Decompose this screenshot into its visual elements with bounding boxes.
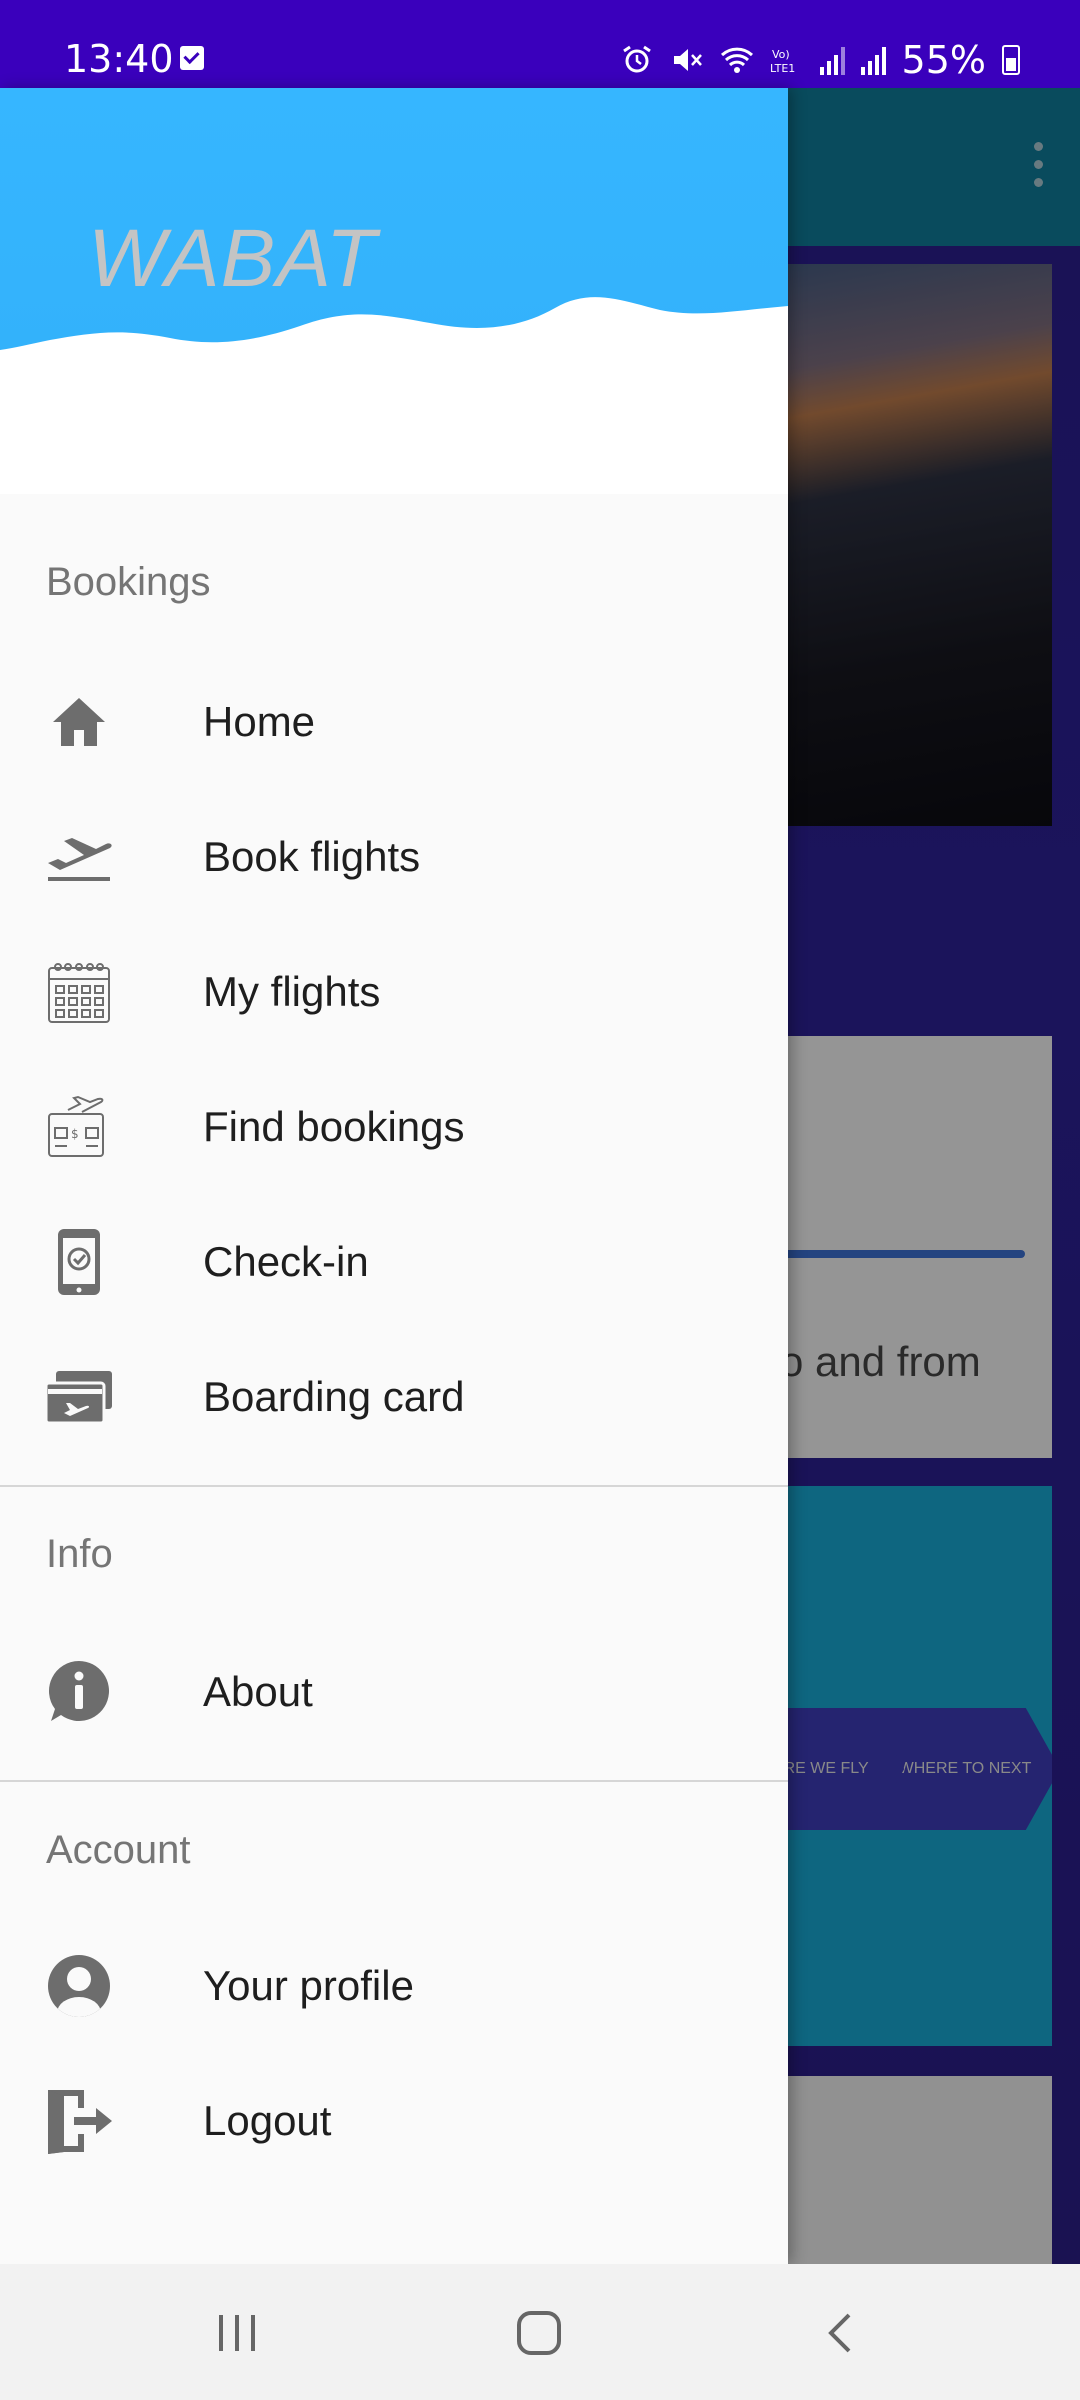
logout-icon <box>44 2086 114 2156</box>
info-icon <box>44 1657 114 1727</box>
menu-item-my-flights[interactable]: My flights <box>0 924 788 1059</box>
signal-icon <box>819 45 845 75</box>
drawer-header: WABAT <box>0 88 788 494</box>
navigation-drawer: WABAT Bookings Home Book flights My flig… <box>0 88 788 2264</box>
mute-icon <box>673 49 702 71</box>
menu-item-logout[interactable]: Logout <box>0 2053 788 2188</box>
checkbox-notification-icon <box>180 46 204 70</box>
alarm-icon <box>622 45 651 73</box>
menu-item-label: Boarding card <box>203 1372 465 1420</box>
section-title-bookings: Bookings <box>46 560 211 604</box>
menu-item-find-bookings[interactable]: $ Find bookings <box>0 1059 788 1194</box>
menu-item-label: Your profile <box>203 1961 414 2009</box>
section-title-account: Account <box>46 1828 191 1872</box>
recent-apps-icon[interactable] <box>202 2298 272 2368</box>
boarding-card-icon <box>44 1362 114 1432</box>
menu-item-book-flights[interactable]: Book flights <box>0 789 788 924</box>
battery-percent: 55% <box>901 38 986 82</box>
calendar-icon <box>44 957 114 1027</box>
svg-text:Vo): Vo) <box>772 48 790 61</box>
profile-icon <box>44 1951 114 2021</box>
menu-item-home[interactable]: Home <box>0 654 788 789</box>
menu-item-label: Home <box>203 697 316 745</box>
svg-text:$: $ <box>71 1127 79 1141</box>
back-icon[interactable] <box>806 2298 876 2368</box>
menu-item-check-in[interactable]: Check-in <box>0 1194 788 1329</box>
menu-item-label: Logout <box>203 2096 332 2144</box>
menu-item-label: Check-in <box>203 1237 369 1285</box>
menu-item-label: Find bookings <box>203 1102 465 1150</box>
menu-item-label: Book flights <box>203 832 421 880</box>
section-divider <box>0 1780 788 1782</box>
brand-logo-text: WABAT <box>88 213 377 304</box>
phone-check-icon <box>44 1227 114 1297</box>
home-nav-icon[interactable] <box>504 2298 574 2368</box>
plane-takeoff-icon <box>44 822 114 892</box>
menu-item-label: About <box>203 1667 313 1715</box>
volte-icon: Vo)LTE1 <box>770 48 795 75</box>
menu-item-label: My flights <box>203 967 381 1015</box>
status-bar: 13:40 Vo) LTE1 55% <box>0 0 1080 88</box>
wifi-icon <box>720 47 753 73</box>
system-nav-bar <box>0 2264 1080 2400</box>
menu-item-boarding-card[interactable]: Boarding card <box>0 1329 788 1464</box>
svg-text:LTE1: LTE1 <box>770 62 795 75</box>
home-icon <box>44 687 114 757</box>
menu-item-about[interactable]: About <box>0 1624 788 1759</box>
battery-icon <box>1002 45 1020 75</box>
section-title-info: Info <box>46 1532 113 1576</box>
status-time: 13:40 <box>64 37 174 81</box>
section-divider <box>0 1485 788 1487</box>
menu-item-your-profile[interactable]: Your profile <box>0 1918 788 2053</box>
signal-icon <box>860 45 886 75</box>
ticket-search-icon: $ <box>44 1092 114 1162</box>
